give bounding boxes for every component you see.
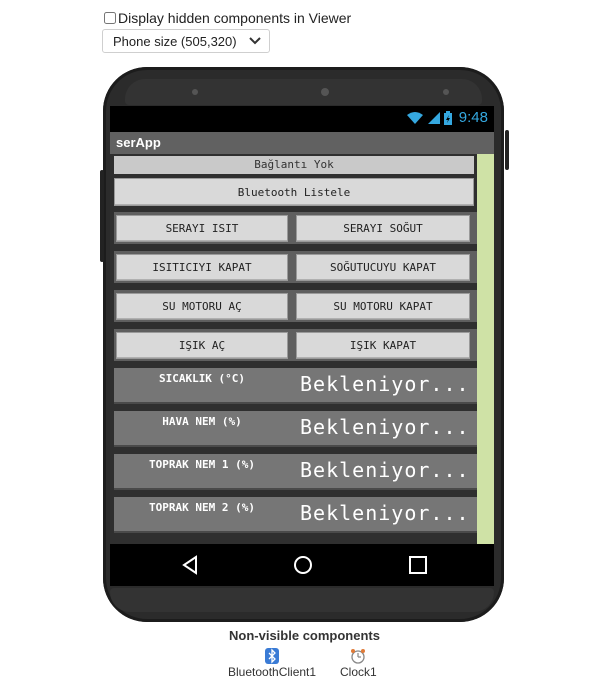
phone-side-button-right <box>505 130 509 170</box>
wifi-icon <box>406 111 423 124</box>
nonvisible-components-title: Non-visible components <box>229 628 380 643</box>
light-off-button[interactable]: IŞIK KAPAT <box>296 332 470 359</box>
hidden-components-checkbox[interactable] <box>104 12 116 24</box>
camera-dot <box>321 88 329 96</box>
battery-icon <box>443 110 452 125</box>
clock-name: Clock1 <box>340 665 377 679</box>
app-content[interactable]: Bağlantı Yok Bluetooth Listele SERAYI IS… <box>110 154 494 544</box>
cool-greenhouse-button[interactable]: SERAYI SOĞUT <box>296 215 470 242</box>
heater-off-button[interactable]: ISITICIYI KAPAT <box>116 254 288 281</box>
back-icon[interactable] <box>178 553 202 577</box>
clock-component[interactable]: Clock1 <box>340 648 377 679</box>
sensor-dot <box>192 89 198 95</box>
air-humidity-label: HAVA NEM (%) <box>162 415 242 428</box>
heat-greenhouse-button[interactable]: SERAYI ISIT <box>116 215 288 242</box>
phone-size-value: Phone size (505,320) <box>113 33 237 49</box>
status-time: 9:48 <box>458 109 488 126</box>
app-title-bar: serApp <box>110 132 494 154</box>
phone-size-select[interactable]: Phone size (505,320) <box>102 29 270 53</box>
bluetooth-list-button[interactable]: Bluetooth Listele <box>114 178 474 206</box>
bluetooth-client-name: BluetoothClient1 <box>228 665 317 679</box>
phone-screen: 9:48 serApp Bağlantı Yok Bluetooth Liste… <box>110 106 494 586</box>
android-nav-bar <box>110 544 494 586</box>
clock-icon <box>351 649 366 664</box>
light-on-button[interactable]: IŞIK AÇ <box>116 332 288 359</box>
soil-humidity-1-label: TOPRAK NEM 1 (%) <box>149 458 255 471</box>
signal-icon <box>427 111 440 124</box>
temperature-label: SICAKLIK (°C) <box>158 372 246 385</box>
sensor-row-soil-humidity-1: TOPRAK NEM 1 (%) Bekleniyor... <box>114 454 477 490</box>
bluetooth-client-component[interactable]: BluetoothClient1 <box>228 648 316 679</box>
motor-on-button[interactable]: SU MOTORU AÇ <box>116 293 288 320</box>
sensor-row-air-humidity: HAVA NEM (%) Bekleniyor... <box>114 411 477 447</box>
sensor-row-temperature: SICAKLIK (°C) Bekleniyor... <box>114 368 477 404</box>
status-bar: 9:48 <box>110 106 494 130</box>
sensor-dot-right <box>443 89 449 95</box>
soil-humidity-2-label: TOPRAK NEM 2 (%) <box>149 501 255 514</box>
phone-side-button-left <box>100 170 104 262</box>
hidden-components-label: Display hidden components in Viewer <box>118 10 352 26</box>
scrollbar[interactable] <box>477 154 494 544</box>
motor-off-button[interactable]: SU MOTORU KAPAT <box>296 293 470 320</box>
phone-bottom-bezel <box>110 588 494 612</box>
cooler-off-button[interactable]: SOĞUTUCUYU KAPAT <box>296 254 470 281</box>
connection-status-label: Bağlantı Yok <box>114 156 474 174</box>
sensor-row-soil-humidity-2: TOPRAK NEM 2 (%) Bekleniyor... <box>114 497 477 533</box>
soil-humidity-1-value: Bekleniyor... <box>300 458 470 482</box>
temperature-value: Bekleniyor... <box>300 372 470 396</box>
bluetooth-icon <box>265 648 280 664</box>
phone-top-bezel <box>125 79 482 105</box>
soil-humidity-2-value: Bekleniyor... <box>300 501 470 525</box>
home-icon[interactable] <box>291 553 315 577</box>
recents-icon[interactable] <box>406 553 430 577</box>
hidden-components-toggle[interactable]: Display hidden components in Viewer <box>104 10 351 26</box>
air-humidity-value: Bekleniyor... <box>300 415 470 439</box>
app-title: serApp <box>116 135 161 150</box>
chevron-down-icon <box>249 37 261 45</box>
status-icons: 9:48 <box>406 109 488 126</box>
